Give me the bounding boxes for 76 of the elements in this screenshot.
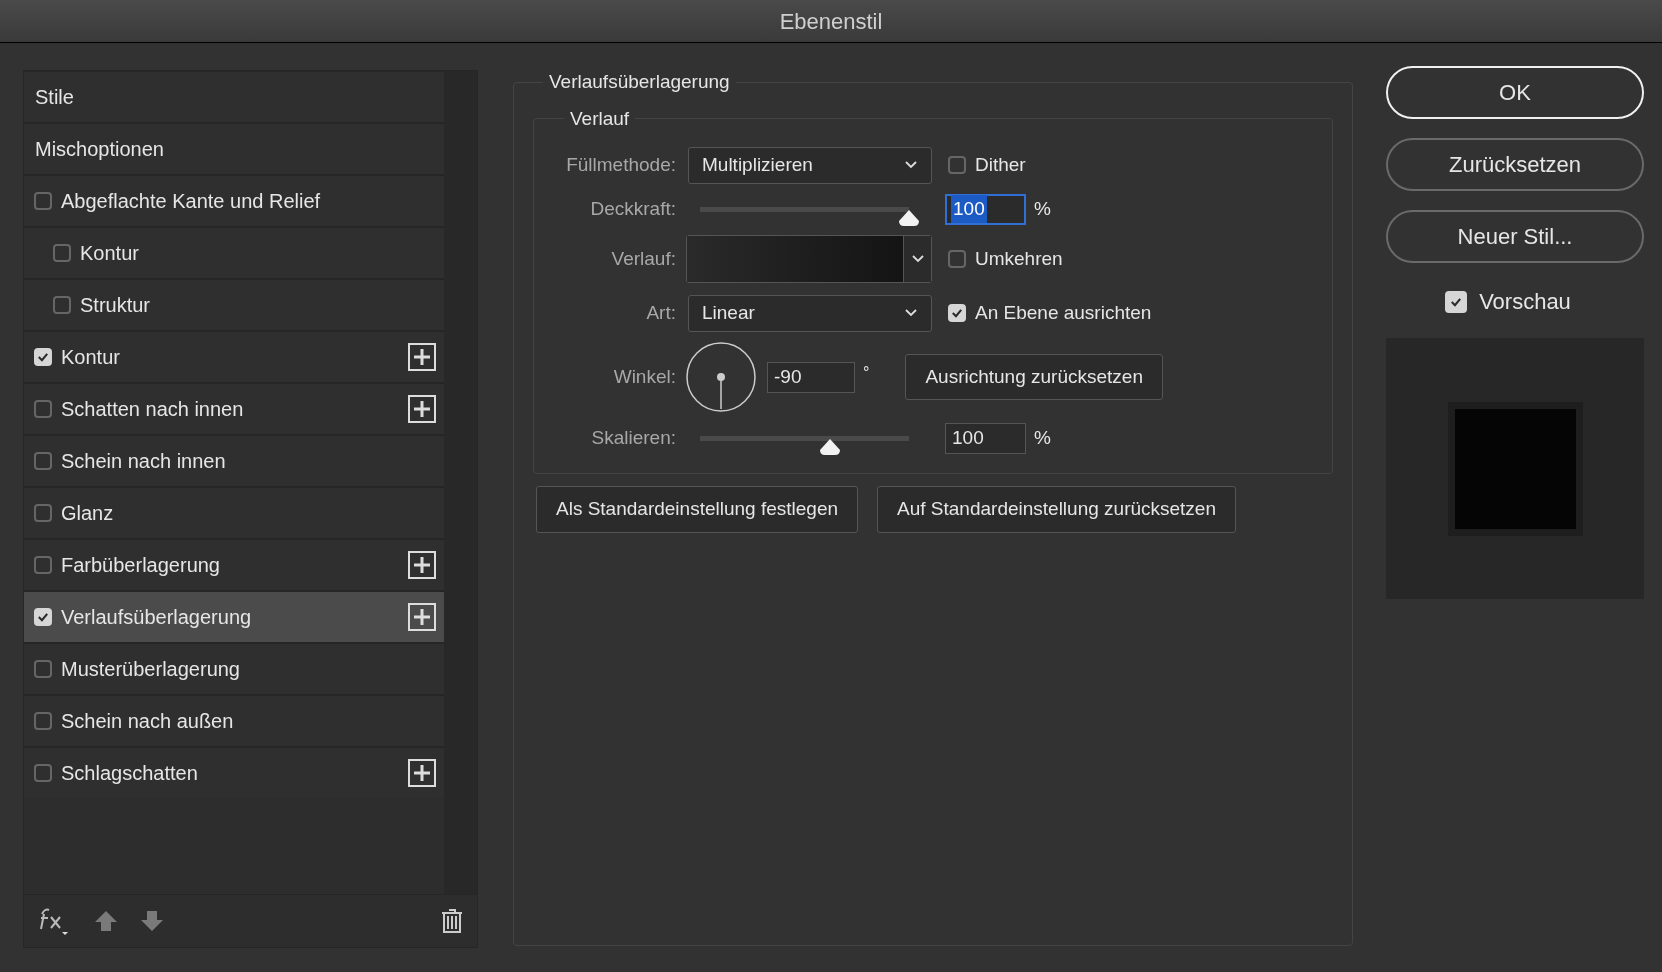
field-label: Skalieren: bbox=[590, 426, 676, 450]
checkbox[interactable] bbox=[34, 608, 52, 626]
number-field[interactable]: 100 bbox=[945, 422, 1026, 454]
checkbox[interactable] bbox=[34, 712, 52, 730]
check-icon bbox=[36, 610, 50, 624]
style-dropdown[interactable]: Linear bbox=[688, 294, 932, 332]
reset-alignment-button[interactable]: Ausrichtung zurücksetzen bbox=[905, 354, 1163, 400]
add-icon[interactable] bbox=[408, 759, 436, 787]
angle-field[interactable]: -90 bbox=[767, 361, 855, 393]
number-field[interactable]: 100 bbox=[945, 193, 1026, 225]
checkbox[interactable] bbox=[34, 192, 52, 210]
add-icon[interactable] bbox=[408, 343, 436, 371]
dialog-button[interactable]: Neuer Stil... bbox=[1386, 210, 1644, 263]
checkbox[interactable] bbox=[948, 250, 966, 268]
style-list-item[interactable]: Schlagschatten bbox=[24, 748, 444, 798]
style-list-item[interactable]: Abgeflachte Kante und Relief bbox=[24, 176, 444, 226]
checkbox[interactable] bbox=[53, 244, 71, 262]
add-icon[interactable] bbox=[408, 603, 436, 631]
arrow-down-icon[interactable] bbox=[140, 910, 164, 932]
arrow-up-icon[interactable] bbox=[94, 910, 118, 932]
checkbox-label: Dither bbox=[975, 152, 1026, 177]
checkbox[interactable] bbox=[34, 452, 52, 470]
reset-default-button[interactable]: Auf Standardeinstellung zurücksetzen bbox=[877, 486, 1236, 533]
style-list-item[interactable]: Mischoptionen bbox=[24, 124, 444, 174]
trash-icon[interactable] bbox=[441, 908, 463, 934]
style-list-item[interactable]: Kontur bbox=[24, 228, 444, 278]
check-icon bbox=[950, 306, 964, 320]
dialog-button[interactable]: Zurücksetzen bbox=[1386, 138, 1644, 191]
style-list-item[interactable]: Schein nach außen bbox=[24, 696, 444, 746]
window-title: Ebenenstil bbox=[779, 7, 883, 36]
checkbox[interactable] bbox=[1445, 290, 1468, 313]
checkbox-label: An Ebene ausrichten bbox=[975, 300, 1152, 325]
checkbox-label: Umkehren bbox=[975, 246, 1063, 271]
checkbox[interactable] bbox=[34, 556, 52, 574]
style-list-item[interactable]: Glanz bbox=[24, 488, 444, 538]
group-title: Verlaufsüberlagerung bbox=[548, 70, 731, 94]
angle-dial[interactable] bbox=[685, 341, 757, 413]
field-label: Verlauf: bbox=[610, 247, 676, 271]
field-value: 100 bbox=[951, 425, 985, 450]
chevron-icon bbox=[904, 308, 918, 318]
check-icon bbox=[36, 350, 50, 364]
unit-label: ° bbox=[863, 363, 870, 383]
checkbox[interactable] bbox=[34, 660, 52, 678]
add-icon[interactable] bbox=[408, 551, 436, 579]
style-list-item[interactable]: Schein nach innen bbox=[24, 436, 444, 486]
group-title: Verlauf bbox=[569, 106, 631, 131]
slider-thumb[interactable] bbox=[818, 437, 841, 456]
checkbox[interactable] bbox=[948, 156, 966, 174]
field-label: Füllmethode: bbox=[565, 153, 676, 177]
style-list-item[interactable]: Verlaufsüberlagerung bbox=[24, 592, 444, 642]
checkbox-label: Vorschau bbox=[1479, 288, 1571, 316]
unit-label: % bbox=[1034, 425, 1051, 450]
style-list-item[interactable]: Struktur bbox=[24, 280, 444, 330]
field-value: 100 bbox=[951, 194, 987, 224]
chevron-icon[interactable] bbox=[904, 236, 931, 282]
style-list-item[interactable]: Kontur bbox=[24, 332, 444, 382]
unit-label: % bbox=[1034, 196, 1051, 221]
make-default-button[interactable]: Als Standardeinstellung festlegen bbox=[536, 486, 859, 533]
field-label: Deckkraft: bbox=[589, 197, 676, 221]
checkbox[interactable] bbox=[34, 348, 52, 366]
checkbox[interactable] bbox=[34, 400, 52, 418]
dialog-button[interactable]: OK bbox=[1386, 66, 1644, 119]
checkbox[interactable] bbox=[948, 304, 966, 322]
checkbox[interactable] bbox=[34, 504, 52, 522]
blend-mode-dropdown[interactable]: Multiplizieren bbox=[688, 146, 932, 184]
field-label: Art: bbox=[645, 301, 676, 325]
slider-thumb[interactable] bbox=[898, 208, 920, 227]
chevron-icon bbox=[904, 160, 918, 170]
style-list-item[interactable]: Farbüberlagerung bbox=[24, 540, 444, 590]
checkbox[interactable] bbox=[34, 764, 52, 782]
style-list-item[interactable]: Schatten nach innen bbox=[24, 384, 444, 434]
add-icon[interactable] bbox=[408, 395, 436, 423]
style-list-item[interactable]: Musterüberlagerung bbox=[24, 644, 444, 694]
checkbox[interactable] bbox=[53, 296, 71, 314]
style-list-item[interactable]: Stile bbox=[24, 72, 444, 122]
field-label: Winkel: bbox=[612, 365, 676, 389]
